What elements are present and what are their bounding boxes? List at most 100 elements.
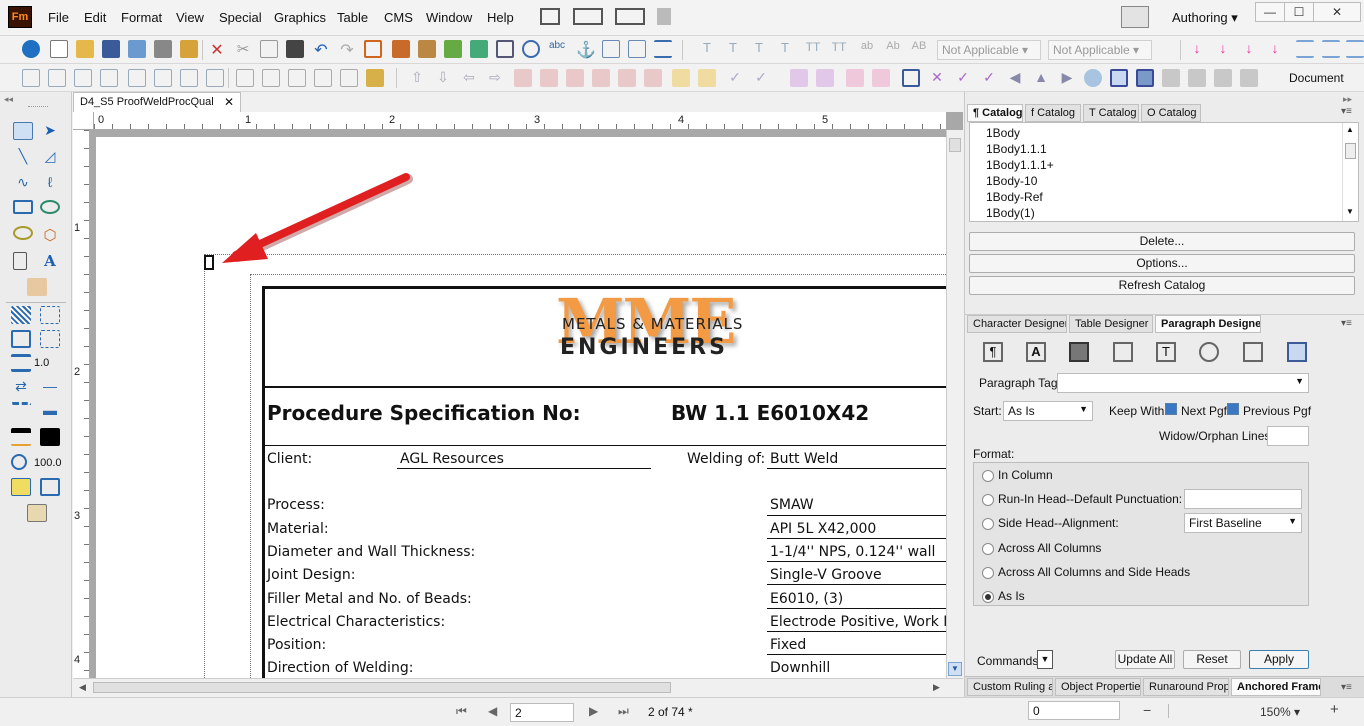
rectangle-tool[interactable] xyxy=(13,200,33,214)
scroll-up-icon[interactable]: ▲ xyxy=(1346,125,1354,134)
as-is-radio[interactable] xyxy=(982,591,994,603)
size-dropdown[interactable]: Not Applicable ▾ xyxy=(1048,40,1152,60)
screen-mode-icon[interactable] xyxy=(615,8,645,25)
options-button[interactable]: Options... xyxy=(969,254,1355,273)
next-pgf-checkbox[interactable] xyxy=(1165,403,1177,415)
align-obj-3-icon[interactable] xyxy=(566,69,584,87)
close-tab-icon[interactable]: ✕ xyxy=(224,95,234,109)
frame-5-icon[interactable] xyxy=(340,69,358,87)
oval-tool[interactable] xyxy=(40,200,60,214)
ellipse-tool[interactable] xyxy=(13,226,33,240)
paragraph-tag-select[interactable]: ▼ xyxy=(1057,373,1309,393)
catalog-item[interactable]: 1Body1.1.1 xyxy=(986,142,1047,156)
new-document-icon[interactable] xyxy=(50,40,68,58)
ungroup-icon[interactable] xyxy=(698,69,716,87)
tab-anchored-frame[interactable]: Anchored Frame xyxy=(1231,678,1321,696)
align-center-icon[interactable] xyxy=(1322,40,1340,58)
widow-orphan-input[interactable] xyxy=(1267,426,1309,446)
menu-special[interactable]: Special xyxy=(219,10,262,25)
coordinate-input[interactable]: 0 xyxy=(1028,701,1120,720)
cut-icon[interactable]: ✂ xyxy=(234,40,252,58)
catalog-item[interactable]: 1Body(1) xyxy=(986,206,1035,220)
arc-tool[interactable]: ◿ xyxy=(40,148,60,166)
catalog-item[interactable]: 1Body xyxy=(986,126,1020,140)
across-columns-side-heads-radio[interactable] xyxy=(982,567,994,579)
paste-icon[interactable] xyxy=(286,40,304,58)
cross-reference-icon[interactable] xyxy=(392,40,410,58)
color-swatch-icon[interactable] xyxy=(40,428,60,446)
tab-custom-ruling[interactable]: Custom Ruling an xyxy=(967,678,1053,696)
spelling-icon[interactable]: abc xyxy=(548,40,566,58)
asian-properties-icon[interactable] xyxy=(1199,342,1219,362)
smart-select-tool[interactable] xyxy=(13,122,33,140)
nudge-down-icon[interactable]: ⇩ xyxy=(434,69,452,87)
pen-pattern-icon[interactable] xyxy=(40,306,60,324)
text-style-plain-icon[interactable]: T xyxy=(698,40,716,58)
object-properties-icon[interactable] xyxy=(11,478,31,496)
side-head-radio[interactable] xyxy=(982,518,994,530)
menu-graphics[interactable]: Graphics xyxy=(274,10,326,25)
attr-4-icon[interactable] xyxy=(1240,69,1258,87)
check-1-icon[interactable]: ✓ xyxy=(726,69,744,87)
menu-format[interactable]: Format xyxy=(121,10,162,25)
delete-button[interactable]: Delete... xyxy=(969,232,1355,251)
horizontal-scrollbar[interactable]: ◀ ▶ xyxy=(73,678,963,697)
refresh-catalog-button[interactable]: Refresh Catalog xyxy=(969,276,1355,295)
nudge-left-icon[interactable]: ⇦ xyxy=(460,69,478,87)
tab-table-catalog[interactable]: T Catalog xyxy=(1083,104,1139,122)
align-obj-5-icon[interactable] xyxy=(618,69,636,87)
font-properties-icon[interactable]: A xyxy=(1026,342,1046,362)
cap-style-icon[interactable]: ▬ xyxy=(40,402,60,420)
move-down-icon[interactable]: ↓ xyxy=(1188,40,1206,58)
minimize-button[interactable]: — xyxy=(1255,2,1285,22)
basic-properties-icon[interactable]: ¶ xyxy=(983,342,1003,362)
scroll-left-icon[interactable]: ◀ xyxy=(79,682,86,693)
menu-window[interactable]: Window xyxy=(426,10,472,25)
variable-icon[interactable] xyxy=(418,40,436,58)
update-all-button[interactable]: Update All xyxy=(1115,650,1175,669)
knockout-icon[interactable] xyxy=(40,330,60,348)
tab-object-properties[interactable]: Object Properties xyxy=(1055,678,1141,696)
table-grid-6-icon[interactable] xyxy=(154,69,172,87)
overprint-icon[interactable] xyxy=(11,330,31,348)
table-grid-2-icon[interactable] xyxy=(48,69,66,87)
table-grid-3-icon[interactable] xyxy=(74,69,92,87)
align-right-icon[interactable] xyxy=(1346,40,1364,58)
expand-panel-icon[interactable]: ▸▸ xyxy=(1343,94,1352,105)
line-width-icon[interactable] xyxy=(11,354,31,372)
lowercase-icon[interactable]: ab xyxy=(858,40,876,58)
collapse-panel-icon[interactable]: ◂◂ xyxy=(4,94,13,105)
structure-view-icon[interactable] xyxy=(1110,69,1128,87)
line-style-icon[interactable]: — xyxy=(40,378,60,396)
color-icon[interactable] xyxy=(11,428,31,446)
catalog-item[interactable]: 1Body1.1.1+ xyxy=(986,158,1054,172)
attr-3-icon[interactable] xyxy=(1214,69,1232,87)
attributes-icon[interactable] xyxy=(1162,69,1180,87)
text-line-tool[interactable]: A xyxy=(40,252,60,270)
runaround-icon[interactable] xyxy=(40,478,60,496)
zoom-in-icon[interactable]: + xyxy=(1330,701,1339,718)
tab-runaround-properties[interactable]: Runaround Prope xyxy=(1143,678,1229,696)
fill-pattern-icon[interactable] xyxy=(11,306,31,324)
structure-3-icon[interactable]: ✓ xyxy=(954,69,972,87)
panel-grip[interactable] xyxy=(28,106,48,109)
close-button[interactable]: ✕ xyxy=(1313,2,1361,22)
align-left-icon[interactable] xyxy=(1296,40,1314,58)
catalog-item[interactable]: 1Body-10 xyxy=(986,174,1037,188)
tab-paragraph-designer[interactable]: Paragraph Designer xyxy=(1155,315,1261,333)
superscript-icon[interactable]: TT xyxy=(804,40,822,58)
attr-2-icon[interactable] xyxy=(1188,69,1206,87)
table-grid-4-icon[interactable] xyxy=(100,69,118,87)
catalog-item[interactable]: 1Body-Ref xyxy=(986,190,1043,204)
tab-object-catalog[interactable]: O Catalog xyxy=(1141,104,1201,122)
menu-help[interactable]: Help xyxy=(487,10,514,25)
object-select-tool[interactable]: ➤ xyxy=(40,122,60,140)
side-head-alignment-select[interactable]: First Baseline ▼ xyxy=(1184,513,1302,533)
structure-2-icon[interactable]: ✕ xyxy=(928,69,946,87)
previous-pgf-checkbox[interactable] xyxy=(1227,403,1239,415)
line-tool[interactable]: ╲ xyxy=(13,148,33,166)
frame-6-icon[interactable] xyxy=(366,69,384,87)
pagination-properties-icon[interactable] xyxy=(1069,342,1089,362)
tab-character-designer[interactable]: Character Designer xyxy=(967,315,1067,333)
frame-4-icon[interactable] xyxy=(314,69,332,87)
